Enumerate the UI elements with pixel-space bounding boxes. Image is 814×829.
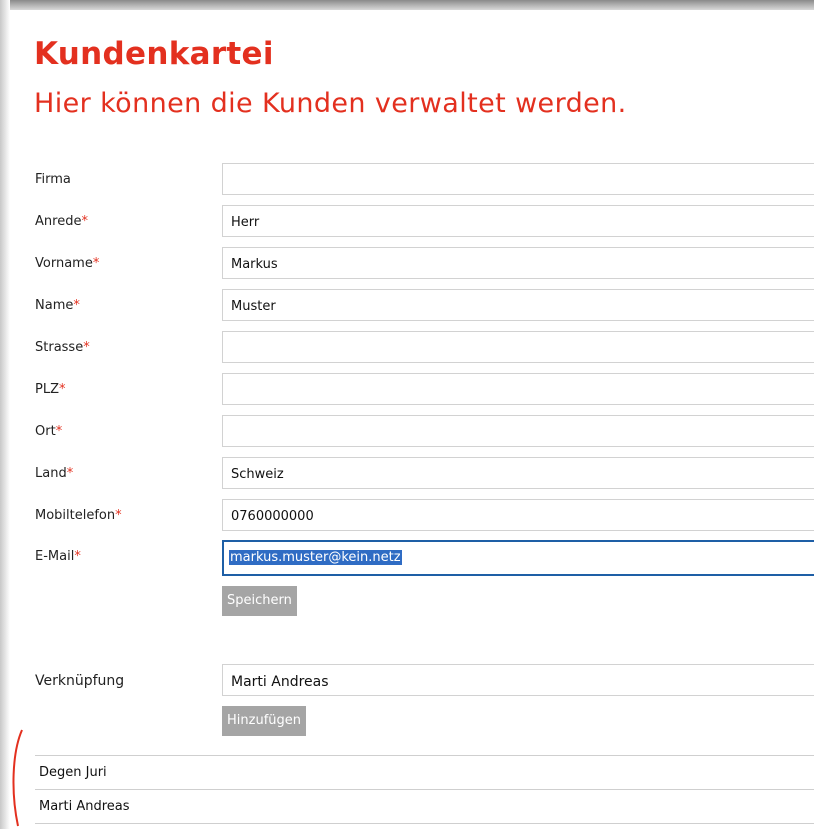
required-marker: * <box>74 549 81 564</box>
firma-label: Firma <box>35 172 71 187</box>
vorname-label: Vorname* <box>35 256 99 271</box>
required-marker: * <box>92 256 100 271</box>
form-row-verknuepfung: Verknüpfung Marti Andreas <box>35 664 814 698</box>
plz-label: PLZ* <box>35 382 66 397</box>
required-marker: * <box>59 382 66 397</box>
plz-label-text: PLZ <box>35 382 59 397</box>
email-input[interactable]: markus.muster@kein.netz <box>222 540 814 576</box>
land-label-text: Land <box>35 466 67 481</box>
firma-input[interactable] <box>222 163 814 195</box>
ort-input[interactable] <box>222 415 814 447</box>
form-row-vorname: Vorname* Markus <box>35 247 814 281</box>
verknuepfung-input[interactable]: Marti Andreas <box>222 664 814 696</box>
form-row-mobiltelefon: Mobiltelefon* 0760000000 <box>35 499 814 533</box>
verknuepfung-label: Verknüpfung <box>35 673 125 689</box>
required-marker: * <box>83 340 90 355</box>
save-button[interactable]: Speichern <box>222 586 297 616</box>
linked-customer-item[interactable]: Marti Andreas <box>35 789 814 823</box>
firma-label-text: Firma <box>35 172 71 187</box>
mobiltelefon-label-text: Mobiltelefon <box>35 508 116 523</box>
form-row-firma: Firma <box>35 163 814 197</box>
name-input[interactable]: Muster <box>222 289 814 321</box>
anrede-input[interactable]: Herr <box>222 205 814 237</box>
page-title: Kundenkartei <box>34 36 274 72</box>
vorname-input[interactable]: Markus <box>222 247 814 279</box>
email-label-text: E-Mail <box>35 549 75 564</box>
linked-customer-item[interactable]: Degen Juri <box>35 755 814 789</box>
email-label: E-Mail* <box>35 549 81 564</box>
email-input-selected-text: markus.muster@kein.netz <box>229 550 402 565</box>
name-label: Name* <box>35 298 80 313</box>
mobiltelefon-label: Mobiltelefon* <box>35 508 122 523</box>
land-label: Land* <box>35 466 73 481</box>
mobiltelefon-input[interactable]: 0760000000 <box>222 499 814 531</box>
window-top-edge <box>0 0 814 10</box>
form-row-strasse: Strasse* <box>35 331 814 365</box>
form-row-ort: Ort* <box>35 415 814 449</box>
strasse-label: Strasse* <box>35 340 90 355</box>
form-row-name: Name* Muster <box>35 289 814 323</box>
window-left-edge <box>0 0 10 829</box>
form-row-plz: PLZ* <box>35 373 814 407</box>
required-marker: * <box>66 466 74 481</box>
page-subtitle: Hier können die Kunden verwaltet werden. <box>34 88 627 119</box>
ort-label: Ort* <box>35 424 62 439</box>
red-annotation-mark <box>12 729 23 827</box>
form-row-anrede: Anrede* Herr <box>35 205 814 239</box>
form-row-land: Land* Schweiz <box>35 457 814 491</box>
required-marker: * <box>81 214 88 229</box>
anrede-label-text: Anrede <box>35 214 82 229</box>
ort-label-text: Ort <box>35 424 56 439</box>
strasse-input[interactable] <box>222 331 814 363</box>
required-marker: * <box>73 298 80 313</box>
vorname-label-text: Vorname <box>35 256 93 271</box>
required-marker: * <box>115 508 122 523</box>
list-divider <box>35 823 814 824</box>
anrede-label: Anrede* <box>35 214 88 229</box>
required-marker: * <box>55 424 63 439</box>
plz-input[interactable] <box>222 373 814 405</box>
form-row-email: E-Mail* markus.muster@kein.netz <box>35 540 814 576</box>
name-label-text: Name <box>35 298 74 313</box>
strasse-label-text: Strasse <box>35 340 84 355</box>
add-link-button[interactable]: Hinzufügen <box>222 706 306 736</box>
land-input[interactable]: Schweiz <box>222 457 814 489</box>
